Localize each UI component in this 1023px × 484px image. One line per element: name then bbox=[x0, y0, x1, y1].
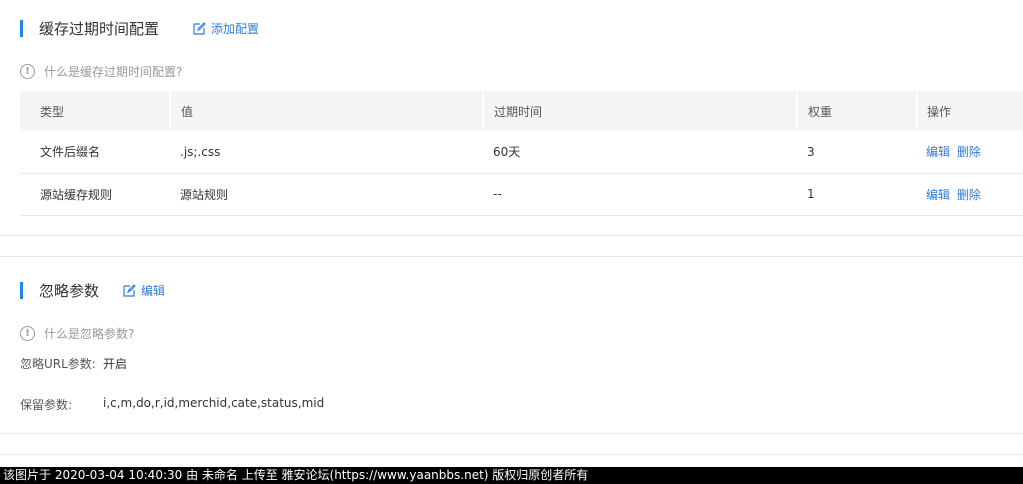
keep-param-row: 保留参数: i,c,m,do,r,id,merchid,cate,status,… bbox=[20, 396, 324, 413]
field-label: 保留参数: bbox=[20, 398, 73, 412]
field-value: 开启 bbox=[103, 357, 128, 371]
add-config-label: 添加配置 bbox=[211, 21, 260, 36]
table-row: 源站缓存规则 源站规则 -- 1 编辑 删除 bbox=[20, 173, 1023, 215]
cell-type: 文件后缀名 bbox=[40, 145, 101, 160]
section-accent-bar bbox=[20, 19, 23, 37]
section-accent-bar bbox=[20, 281, 23, 299]
edit-ignore-button[interactable]: 编辑 bbox=[123, 282, 165, 299]
edit-link[interactable]: 编辑 bbox=[926, 145, 950, 159]
col-expire: 过期时间 bbox=[483, 91, 798, 131]
cache-help-link[interactable]: ! 什么是缓存过期时间配置? bbox=[20, 63, 182, 80]
col-value: 值 bbox=[170, 91, 484, 131]
info-icon: ! bbox=[20, 326, 35, 341]
col-actions: 操作 bbox=[927, 104, 952, 119]
col-type: 类型 bbox=[20, 91, 171, 131]
edit-label: 编辑 bbox=[141, 283, 166, 298]
cell-expire: 60天 bbox=[493, 145, 521, 160]
add-config-button[interactable]: 添加配置 bbox=[193, 20, 259, 37]
cell-expire: -- bbox=[493, 187, 502, 201]
delete-link[interactable]: 删除 bbox=[957, 188, 981, 202]
cell-actions: 编辑 删除 bbox=[917, 131, 1023, 173]
edit-link[interactable]: 编辑 bbox=[926, 188, 950, 202]
help-text: 什么是忽略参数? bbox=[44, 327, 135, 341]
delete-link[interactable]: 删除 bbox=[957, 145, 981, 159]
edit-icon bbox=[123, 283, 136, 297]
cell-weight: 1 bbox=[807, 187, 815, 201]
cell-value: .js;.css bbox=[180, 144, 221, 159]
table-header-row: 类型 值 过期时间 权重 操作 bbox=[20, 91, 1023, 131]
cell-actions: 编辑 删除 bbox=[917, 173, 1023, 215]
section-title: 缓存过期时间配置 bbox=[39, 19, 160, 38]
ignore-section-header: 忽略参数 编辑 bbox=[20, 280, 165, 300]
cache-rules-table: 类型 值 过期时间 权重 操作 文件后缀名 .js;.css 60天 3 编辑 … bbox=[20, 91, 1023, 216]
section-title: 忽略参数 bbox=[39, 281, 100, 300]
col-weight: 权重 bbox=[797, 91, 918, 131]
help-text: 什么是缓存过期时间配置? bbox=[44, 65, 183, 79]
table-row: 文件后缀名 .js;.css 60天 3 编辑 删除 bbox=[20, 131, 1023, 173]
edit-icon bbox=[193, 21, 206, 35]
cell-value: 源站规则 bbox=[180, 187, 229, 202]
watermark-bar: 该图片于 2020-03-04 10:40:30 由 未命名 上传至 雅安论坛(… bbox=[0, 467, 1023, 484]
section-divider bbox=[0, 256, 1023, 257]
cell-type: 源站缓存规则 bbox=[40, 187, 113, 202]
section-divider bbox=[0, 235, 1023, 236]
cell-weight: 3 bbox=[807, 144, 815, 159]
ignore-url-param-row: 忽略URL参数: 开启 bbox=[20, 355, 127, 372]
cache-section-header: 缓存过期时间配置 添加配置 bbox=[20, 18, 259, 38]
info-icon: ! bbox=[20, 64, 35, 79]
section-divider bbox=[0, 433, 1023, 434]
field-value: i,c,m,do,r,id,merchid,cate,status,mid bbox=[103, 396, 325, 410]
ignore-help-link[interactable]: ! 什么是忽略参数? bbox=[20, 325, 134, 342]
field-label: 忽略URL参数: bbox=[20, 357, 96, 371]
section-divider bbox=[0, 454, 1023, 455]
